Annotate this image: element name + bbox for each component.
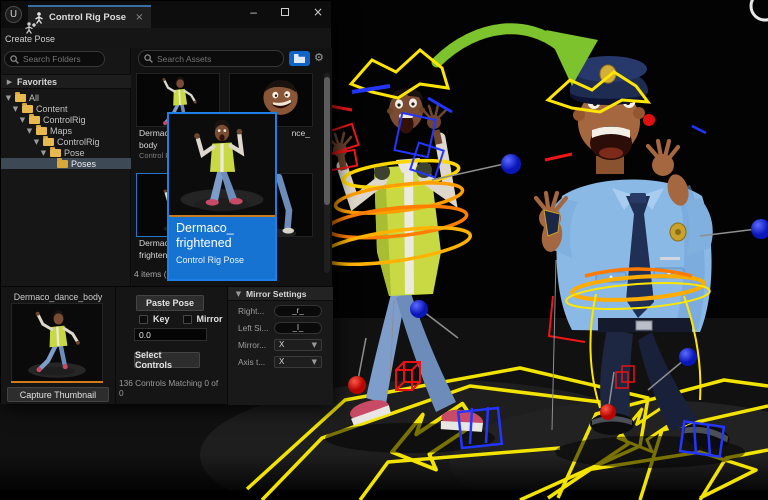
left-side-input[interactable] [274,322,322,334]
search-icon [10,55,19,64]
right-side-label: Right... [238,306,270,316]
search-assets-input[interactable] [157,54,278,64]
unreal-logo-icon: U [5,6,22,23]
tree-item-all[interactable]: ▼All [1,92,131,103]
blend-value-input[interactable] [134,328,207,341]
tree-item-controlrig2[interactable]: ▼ControlRig [1,136,131,147]
create-pose-button[interactable]: Create Pose [5,22,55,44]
tooltip-asset-type: Control Rig Pose [169,250,275,265]
tree-item-content[interactable]: ▼Content [1,103,131,114]
mirror-checkbox[interactable] [183,315,192,324]
chevron-down-icon: ▼ [312,341,317,349]
tree-item-controlrig[interactable]: ▼ControlRig [1,114,131,125]
asset-tooltip: Dermaco_ frightened Control Rig Pose [167,112,277,281]
close-button[interactable]: × [313,5,323,19]
selected-asset-thumbnail [11,303,103,383]
mirror-settings-panel: ▼ Mirror Settings Right... Left Si... Mi… [228,287,333,405]
folder-icon [29,116,40,124]
left-side-label: Left Si... [238,323,270,333]
select-controls-button[interactable]: Select Controls [134,352,200,368]
search-assets-box[interactable] [138,50,284,67]
folder-icon [22,105,33,113]
chevron-right-icon: ▶ [6,78,13,86]
mirror-label: Mirror [197,314,223,324]
mirror-axis-label: Mirror... [238,340,270,350]
maximize-button[interactable] [281,5,289,19]
minimize-button[interactable]: – [250,5,257,19]
folder-icon [36,127,47,135]
folder-icon [43,138,54,146]
key-label: Key [153,314,170,324]
chevron-down-icon: ▼ [235,290,242,298]
mirror-settings-header[interactable]: ▼ Mirror Settings [228,287,333,301]
pose-section: Dermaco_dance_body Capture Thumbnail Pas… [1,286,333,404]
mirror-axis-dropdown[interactable]: X▼ [274,339,322,351]
folder-tree: ▼All ▼Content ▼ControlRig ▼Maps ▼Control… [1,92,131,169]
tooltip-asset-name: Dermaco_ frightened [169,217,275,250]
key-checkbox[interactable] [139,315,148,324]
tree-item-maps[interactable]: ▼Maps [1,125,131,136]
screenshot-root: U Control Rig Pose × – × [0,0,768,500]
right-side-input[interactable] [274,305,322,317]
assets-scrollbar[interactable] [324,73,330,273]
chevron-down-icon: ▼ [312,358,317,366]
tree-item-poses-selected[interactable]: Poses [1,158,131,169]
folder-icon [15,94,26,102]
control-rig-pose-window: U Control Rig Pose × – × [0,0,332,403]
search-folders-box[interactable] [4,51,105,67]
selected-asset-name: Dermaco_dance_body [1,292,115,302]
axis-to-flip-label: Axis t... [238,357,270,367]
axis-to-flip-dropdown[interactable]: X▼ [274,356,322,368]
favorites-header[interactable]: ▶ Favorites [1,74,131,89]
asset-type-bar [11,381,103,383]
key-mirror-row: Key Mirror [139,314,223,324]
capture-thumbnail-button[interactable]: Capture Thumbnail [7,387,109,402]
tree-item-pose[interactable]: ▼Pose [1,147,131,158]
controls-match-status: 136 Controls Matching 0 of 0 [119,378,225,398]
settings-gear-icon[interactable]: ⚙ [314,51,324,64]
search-icon [144,54,153,63]
folder-icon [57,160,68,168]
paste-pose-button[interactable]: Paste Pose [136,295,204,311]
folder-icon [294,54,305,63]
scrollbar-thumb[interactable] [324,77,330,205]
search-folders-input[interactable] [23,54,99,64]
save-folder-button[interactable] [289,51,310,66]
tab-close-icon[interactable]: × [135,12,143,23]
create-pose-icon [23,22,37,34]
tooltip-thumbnail [169,114,275,215]
folder-icon [50,149,61,157]
tab-title: Control Rig Pose [49,12,126,23]
folders-column: ▶ Favorites ▼All ▼Content ▼ControlRig ▼M… [1,48,131,286]
